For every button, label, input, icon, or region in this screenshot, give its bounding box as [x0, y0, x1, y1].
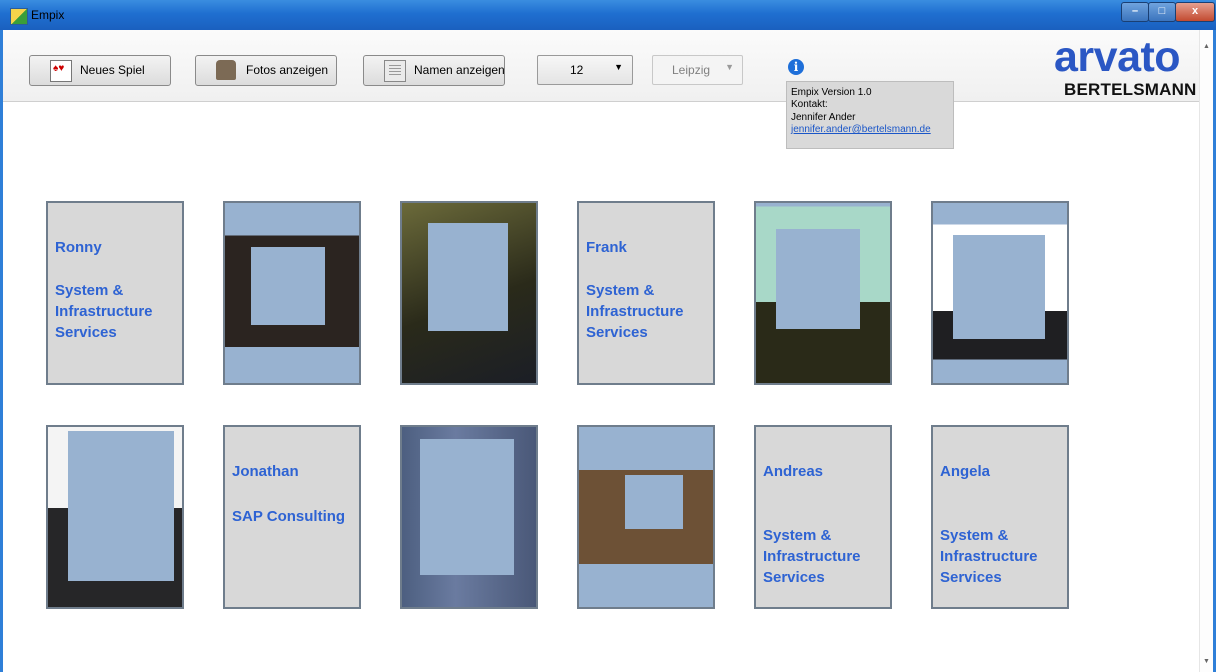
info-icon[interactable]: i	[788, 59, 804, 75]
toolbar: Neues Spiel Fotos anzeigen Namen anzeige…	[3, 30, 1213, 102]
face-redaction	[68, 431, 174, 581]
vertical-scrollbar[interactable]: ▲ ▼	[1199, 30, 1214, 672]
face-redaction	[776, 229, 860, 329]
person-icon	[216, 60, 236, 80]
card-person-name: Ronny	[55, 239, 102, 256]
show-photos-button[interactable]: Fotos anzeigen	[195, 55, 337, 86]
scroll-up-icon[interactable]: ▲	[1203, 43, 1210, 50]
bertelsmann-logo: BERTELSMANN	[1064, 80, 1197, 99]
name-card[interactable]: Jonathan SAP Consulting	[223, 425, 361, 609]
close-button[interactable]: x	[1175, 2, 1215, 22]
photo-card[interactable]	[400, 201, 538, 385]
photo-card[interactable]	[223, 201, 361, 385]
card-department: SAP Consulting	[232, 508, 346, 525]
title-bar: Empix – □ x	[0, 0, 1216, 30]
show-names-button[interactable]: Namen anzeigen	[363, 55, 505, 86]
card-person-name: Frank	[586, 239, 627, 256]
show-names-label: Namen anzeigen	[414, 63, 505, 77]
scroll-down-icon[interactable]: ▼	[1203, 658, 1210, 665]
name-card[interactable]: Ronny System & Infrastructure Services	[46, 201, 184, 385]
photo-card[interactable]	[577, 425, 715, 609]
new-game-button[interactable]: Neues Spiel	[29, 55, 171, 86]
photo-card[interactable]	[46, 425, 184, 609]
new-game-label: Neues Spiel	[80, 63, 145, 77]
card-person-name: Angela	[940, 463, 991, 480]
face-redaction	[251, 247, 325, 325]
card-department: System & Infrastructure Services	[586, 282, 684, 341]
location-dropdown[interactable]: Leipzig ▼	[652, 55, 743, 85]
contact-label: Kontakt:	[791, 99, 828, 110]
card-person-name: Andreas	[763, 463, 824, 480]
window-title: Empix	[31, 8, 65, 22]
name-card[interactable]: Frank System & Infrastructure Services	[577, 201, 715, 385]
photo-card[interactable]	[754, 201, 892, 385]
contact-name: Jennifer Ander	[791, 112, 856, 123]
contact-email-link[interactable]: jennifer.ander@bertelsmann.de	[791, 124, 931, 136]
arvato-logo: arvato	[1054, 33, 1181, 81]
location-value: Leipzig	[672, 63, 711, 77]
app-icon	[10, 8, 28, 25]
playing-cards-icon	[50, 60, 72, 82]
photo-card[interactable]	[931, 201, 1069, 385]
show-photos-label: Fotos anzeigen	[246, 63, 329, 77]
card-count-value: 12	[570, 63, 584, 77]
face-redaction	[420, 439, 514, 575]
version-text: Empix Version 1.0	[791, 87, 872, 98]
document-icon	[384, 60, 406, 82]
info-tooltip: Empix Version 1.0 Kontakt: Jennifer Ande…	[786, 81, 954, 149]
name-card[interactable]: Andreas System & Infrastructure Services	[754, 425, 892, 609]
maximize-button[interactable]: □	[1148, 2, 1176, 22]
face-redaction	[953, 235, 1045, 339]
photo-card[interactable]	[400, 425, 538, 609]
minimize-button[interactable]: –	[1121, 2, 1149, 22]
card-person-name: Jonathan	[232, 463, 299, 480]
card-department: System & Infrastructure Services	[940, 527, 1038, 586]
chevron-down-icon: ▼	[614, 62, 623, 72]
face-redaction	[625, 475, 683, 529]
card-department: System & Infrastructure Services	[55, 282, 153, 341]
card-count-dropdown[interactable]: 12 ▼	[537, 55, 633, 85]
window-frame-left	[0, 30, 3, 672]
card-department: System & Infrastructure Services	[763, 527, 861, 586]
name-card[interactable]: Angela System & Infrastructure Services	[931, 425, 1069, 609]
chevron-down-icon: ▼	[725, 62, 734, 72]
face-redaction	[428, 223, 508, 331]
